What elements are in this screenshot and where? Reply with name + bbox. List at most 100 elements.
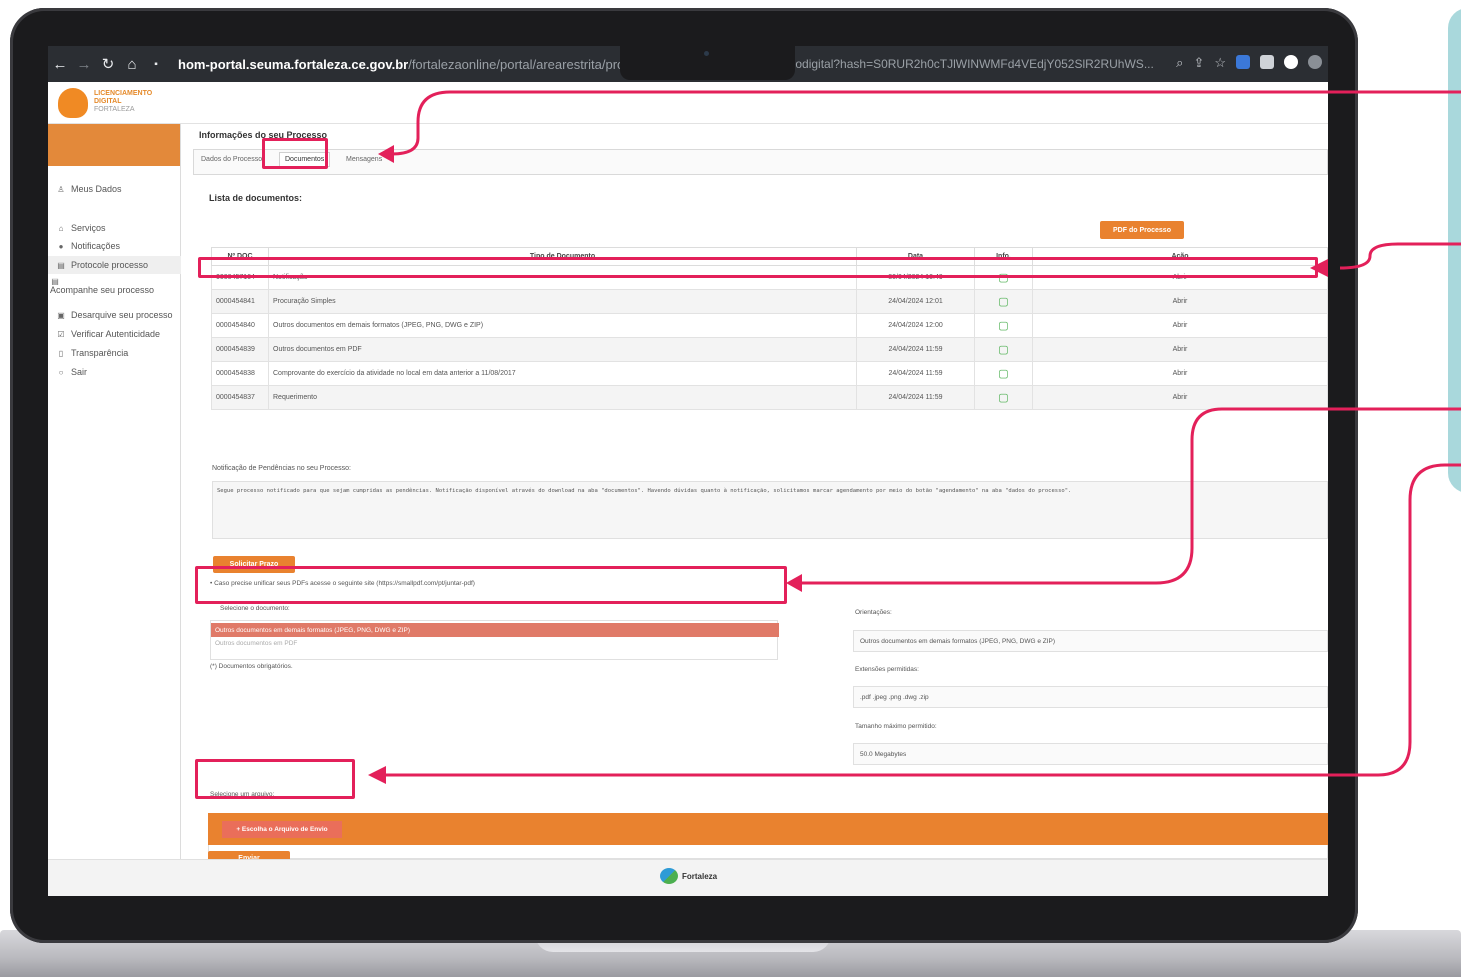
extension-icon[interactable] — [1260, 55, 1274, 69]
home-icon[interactable]: ⌂ — [120, 56, 144, 73]
doc-num: 0000454839 — [211, 337, 269, 362]
laptop-mockup: ← → ↻ ⌂ ▪ hom-portal.seuma.fortaleza.ce.… — [0, 0, 1461, 977]
abrir-link[interactable]: Abrir — [1032, 361, 1328, 386]
pdf-processo-button[interactable]: PDF do Processo — [1100, 221, 1184, 239]
info-icon[interactable]: ▢ — [974, 361, 1033, 386]
abrir-link[interactable]: Abrir — [1032, 385, 1328, 410]
url-tail: rocessodigital?hash=S0RUR2h0cTJlWINWMFd4… — [760, 57, 1154, 71]
doc-tipo: Procuração Simples — [268, 289, 857, 314]
power-icon: ○ — [58, 367, 64, 377]
page-title: Informações do seu Processo — [199, 130, 328, 140]
share-icon[interactable]: ⇪ — [1193, 55, 1204, 71]
extension-icon[interactable] — [1284, 55, 1298, 69]
col-acao: Ação — [1032, 247, 1328, 266]
address-bar[interactable]: hom-portal.seuma.fortaleza.ce.gov.br/for… — [178, 57, 665, 72]
table-row: 0000454839 Outros documentos em PDF 24/0… — [211, 337, 1328, 362]
laptop-lid: ← → ↻ ⌂ ▪ hom-portal.seuma.fortaleza.ce.… — [10, 8, 1358, 943]
tab-mensagens[interactable]: Mensagens — [346, 156, 382, 163]
url-host: hom-portal.seuma.fortaleza.ce.gov.br — [178, 56, 409, 72]
footer-logo: Fortaleza — [660, 868, 717, 884]
col-data: Data — [856, 247, 975, 266]
home-icon: ⌂ — [58, 223, 64, 233]
doc-num: 0000457164 — [211, 265, 269, 290]
doc-data: 24/04/2024 11:59 — [856, 361, 975, 386]
logo-line-1: LICENCIAMENTO — [94, 90, 153, 97]
sidebar-item-desarquive[interactable]: ▣ Desarquive seu processo — [48, 306, 181, 324]
doc-data: 24/04/2024 12:01 — [856, 289, 975, 314]
table-row: 0000454841 Procuração Simples 24/04/2024… — [211, 289, 1328, 314]
extension-icon[interactable] — [1236, 55, 1250, 69]
doc-num: 0000454840 — [211, 313, 269, 338]
logo-line-3: FORTALEZA — [94, 106, 135, 113]
sidebar-item-acompanhe[interactable]: ▤ Acompanhe seu processo — [48, 275, 181, 303]
enviar-button[interactable]: Enviar — [208, 851, 290, 859]
required-note: (*) Documentos obrigatórios. — [210, 663, 293, 670]
user-icon: ♙ — [57, 184, 65, 194]
table-header: Nº DOC Tipo de Documento Data Info. Ação — [211, 247, 1328, 266]
file-icon: ▯ — [58, 348, 64, 358]
solicitar-prazo-button[interactable]: Solicitar Prazo — [213, 556, 295, 573]
callout-line-row — [1339, 242, 1461, 270]
sidebar-item-sair[interactable]: ○ Sair — [48, 363, 181, 381]
document-select[interactable]: Outros documentos em demais formatos (JP… — [210, 620, 779, 660]
doc-tipo: Outros documentos em demais formatos (JP… — [268, 313, 857, 338]
info-icon[interactable]: ▢ — [974, 337, 1033, 362]
sidebar-item-verificar[interactable]: ☑ Verificar Autenticidade — [48, 325, 181, 343]
col-num: Nº DOC — [211, 247, 269, 266]
abrir-link[interactable]: Abrir — [1032, 289, 1328, 314]
back-icon[interactable]: ← — [48, 56, 72, 73]
logo-icon — [58, 88, 88, 118]
check-icon: ☑ — [57, 329, 65, 339]
sidebar-item-meus-dados[interactable]: ♙ Meus Dados — [48, 180, 181, 198]
tamanho-value: 50.0 Megabytes — [853, 743, 1328, 765]
table-row: 0000457164 Notificação 30/04/2024 10:49 … — [211, 265, 1328, 290]
doc-tipo: Comprovante do exercício da atividade no… — [268, 361, 857, 386]
app-header: LICENCIAMENTO DIGITAL FORTALEZA — [48, 82, 1328, 124]
col-tipo: Tipo de Documento — [268, 247, 857, 266]
bell-icon: ● — [58, 241, 64, 251]
option[interactable]: Outros documentos em PDF — [215, 640, 297, 647]
extensoes-value: .pdf .jpeg .png .dwg .zip — [853, 686, 1328, 708]
doc-num: 0000454841 — [211, 289, 269, 314]
lock-icon: ▪ — [154, 58, 158, 70]
abrir-link[interactable]: Abrir — [1032, 265, 1328, 290]
doc-num: 0000454837 — [211, 385, 269, 410]
extension-icon[interactable] — [1308, 55, 1322, 69]
info-icon[interactable]: ▢ — [974, 313, 1033, 338]
info-icon[interactable]: ▢ — [974, 289, 1033, 314]
tab-documentos[interactable]: Documentos — [279, 152, 331, 167]
doc-data: 24/04/2024 12:00 — [856, 313, 975, 338]
doc-tipo: Notificação — [268, 265, 857, 290]
sidebar-item-label: Meus Dados — [71, 184, 122, 194]
abrir-link[interactable]: Abrir — [1032, 337, 1328, 362]
hint-text: Caso precise unificar seus PDFs acesse o… — [214, 580, 475, 587]
doc-data: 24/04/2024 11:59 — [856, 385, 975, 410]
arquivo-label: Selecione um arquivo: — [210, 791, 275, 798]
selected-option[interactable]: Outros documentos em demais formatos (JP… — [211, 623, 779, 637]
table-row: 0000454840 Outros documentos em demais f… — [211, 313, 1328, 338]
table-row: 0000454838 Comprovante do exercício da a… — [211, 361, 1328, 386]
choose-file-button[interactable]: + Escolha o Arquivo de Envio — [222, 821, 342, 838]
archive-icon: ▣ — [57, 310, 65, 320]
abrir-link[interactable]: Abrir — [1032, 313, 1328, 338]
tab-dados-processo[interactable]: Dados do Processo — [201, 156, 262, 163]
document-icon: ▤ — [57, 260, 65, 270]
info-icon[interactable]: ▢ — [974, 265, 1033, 290]
doc-data: 30/04/2024 10:49 — [856, 265, 975, 290]
sidebar-item-label: Serviços — [71, 223, 106, 233]
sidebar-item-label: Verificar Autenticidade — [71, 329, 161, 339]
main-content: Informações do seu Processo Dados do Pro… — [188, 124, 1328, 859]
sidebar-item-servicos[interactable]: ⌂ Serviços — [48, 219, 181, 237]
star-icon[interactable]: ☆ — [1214, 55, 1226, 71]
reload-icon[interactable]: ↻ — [96, 55, 120, 73]
sidebar-item-transparencia[interactable]: ▯ Transparência — [48, 344, 181, 362]
tabs: Dados do Processo Documentos Mensagens — [193, 149, 1328, 175]
sidebar-item-notificacoes[interactable]: ● Notificações — [48, 237, 181, 255]
pdf-merge-hint: • Caso precise unificar seus PDFs acesse… — [210, 580, 475, 587]
forward-icon[interactable]: → — [72, 56, 96, 73]
logo-text: LICENCIAMENTO DIGITAL FORTALEZA — [94, 90, 152, 114]
notif-label: Notificação de Pendências no seu Process… — [212, 465, 351, 472]
sidebar-item-protocole[interactable]: ▤ Protocole processo — [48, 256, 181, 274]
zoom-icon[interactable]: ⌕ — [1176, 55, 1183, 71]
info-icon[interactable]: ▢ — [974, 385, 1033, 410]
